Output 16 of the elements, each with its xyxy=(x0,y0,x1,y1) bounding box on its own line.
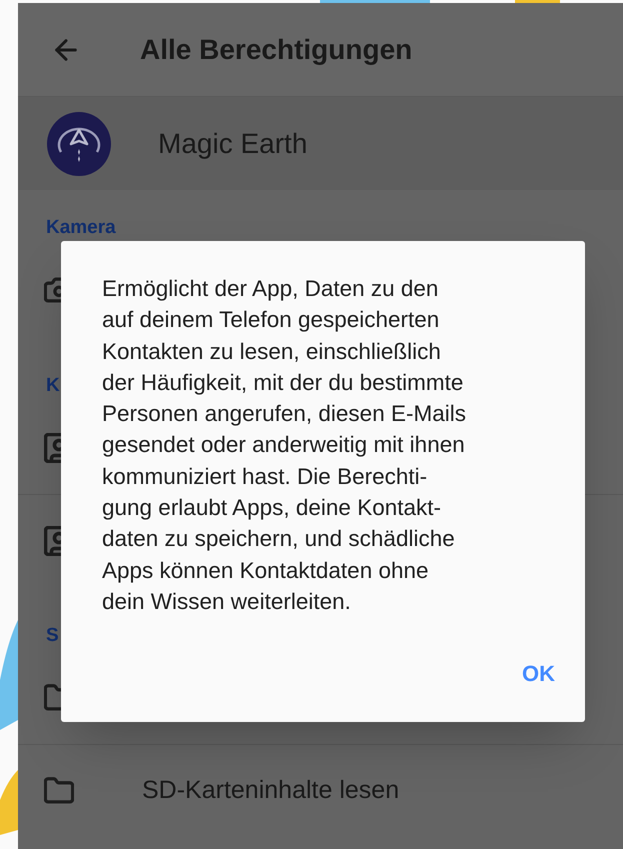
section-header: K xyxy=(46,374,60,398)
folder-icon xyxy=(44,776,74,806)
ok-button[interactable]: OK xyxy=(512,651,565,696)
app-name: Magic Earth xyxy=(158,126,308,161)
app-logo-icon xyxy=(47,112,111,176)
dialog-message: Ermöglicht der App, Daten zu den auf deinem Telefon gespeicherten Kontakten zu lesen, einschließlich der Häufigkeit, mit der du bestimmte Personen angerufen, diesen E-Mails gesendet oder anderweitig mit ihnen kommuniziert hast. Die Berechti- gung erlaubt Apps, deine Kontakt- daten zu speichern, und schädliche Apps können Kontaktdaten ohne dein Wissen weiterleiten. xyxy=(102,275,467,616)
folder-icon xyxy=(44,683,61,713)
contact-card-icon xyxy=(44,433,61,463)
contact-card-icon xyxy=(44,526,61,556)
background-shape xyxy=(0,770,18,835)
page-title: Alle Berechtigungen xyxy=(140,32,412,67)
background-shape xyxy=(515,0,560,3)
section-header: Kamera xyxy=(46,216,116,240)
section-header: S xyxy=(46,624,59,648)
camera-icon xyxy=(44,275,61,305)
permission-label: SD-Karteninhalte lesen xyxy=(142,774,400,806)
